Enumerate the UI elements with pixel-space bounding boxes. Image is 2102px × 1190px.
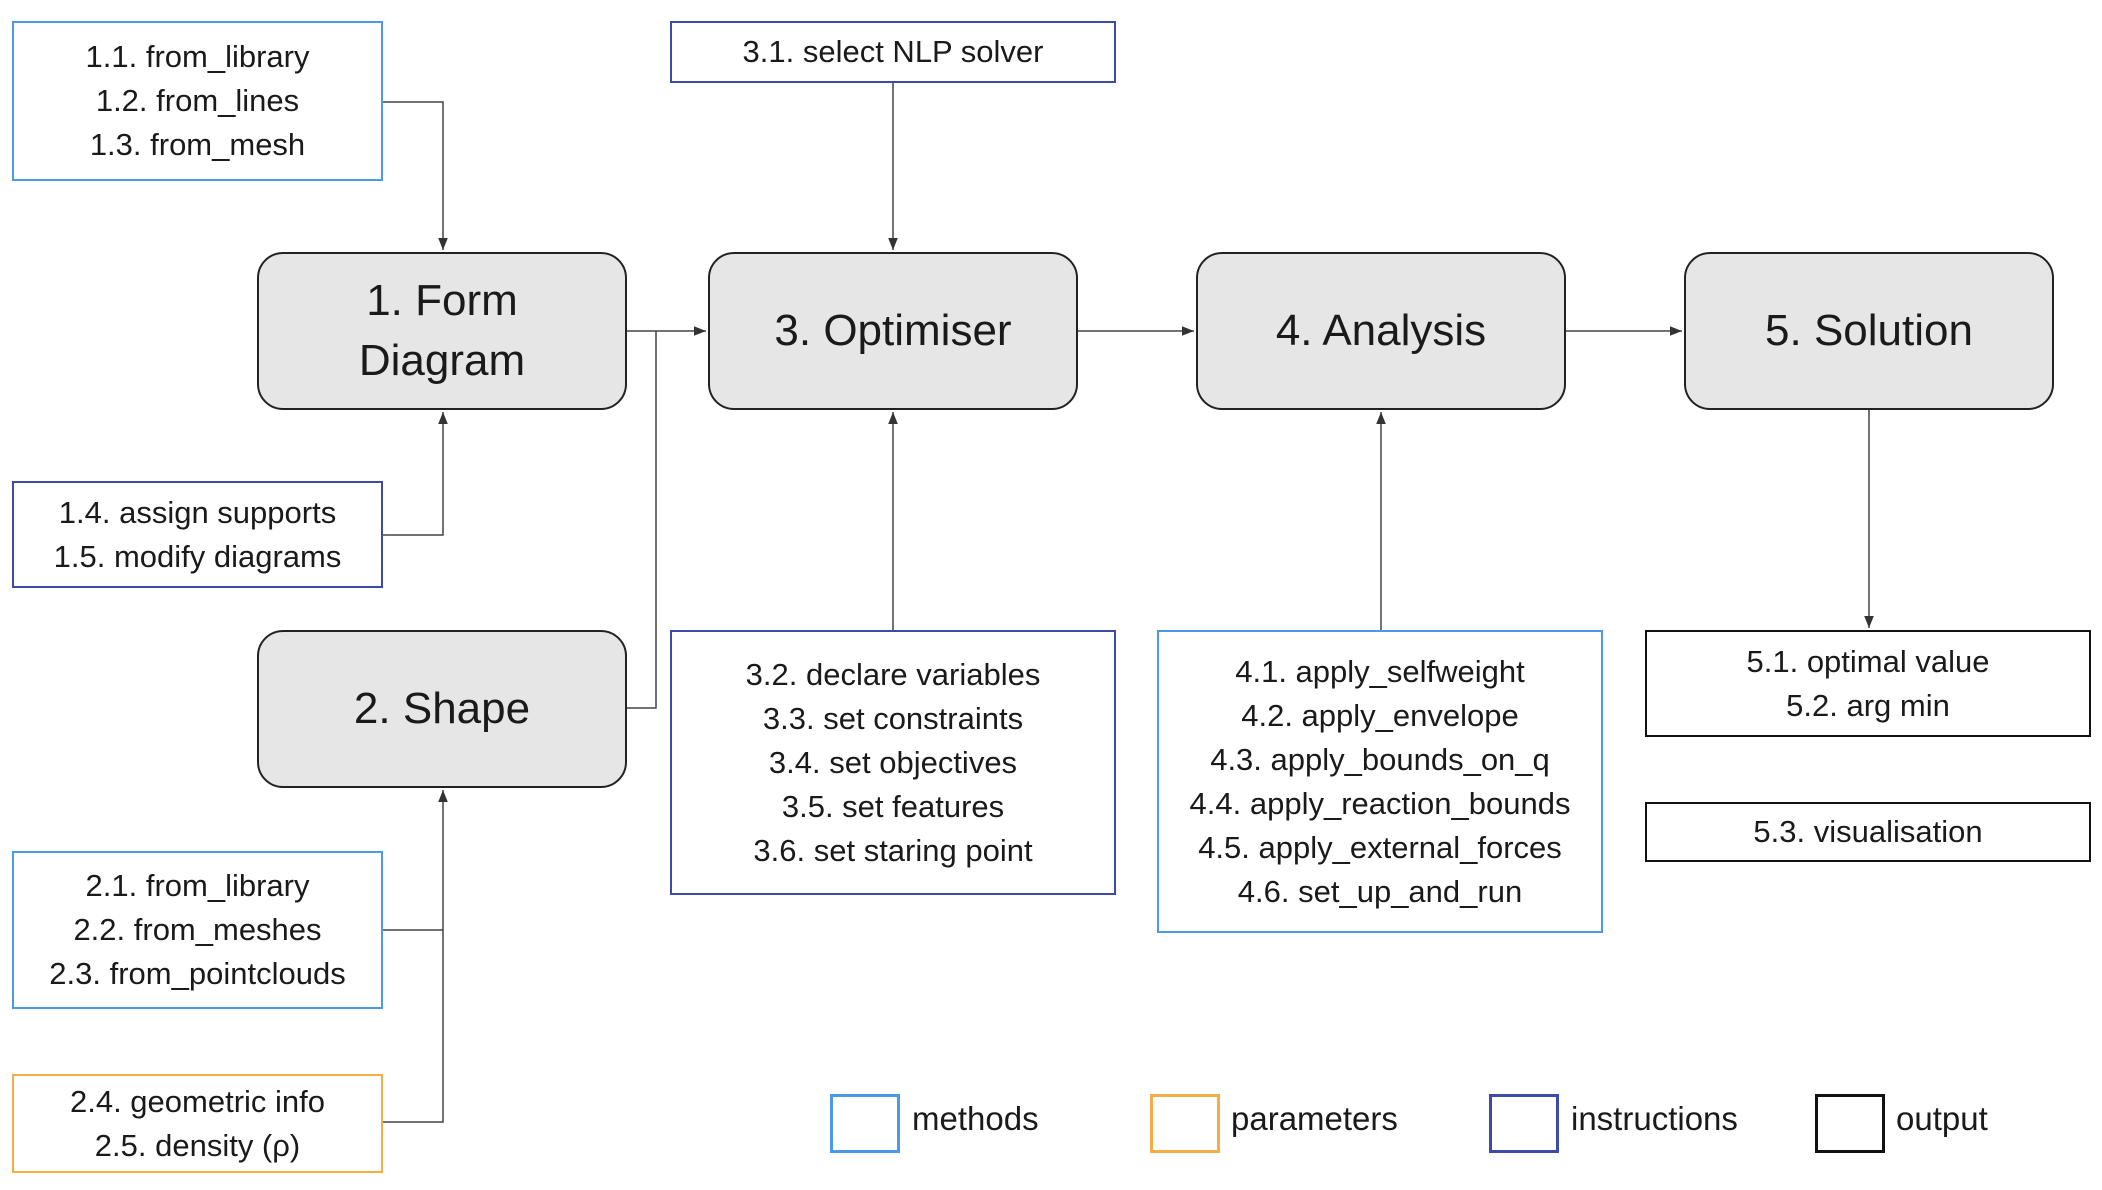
node-form-diagram: 1. Form Diagram [257, 252, 627, 410]
box-line: 4.5. apply_external_forces [1198, 829, 1562, 865]
legend-swatch-output [1815, 1094, 1885, 1153]
legend-swatch-instructions [1489, 1094, 1559, 1153]
analysis-methods-box: 4.1. apply_selfweight 4.2. apply_envelop… [1157, 630, 1603, 933]
arrow-form-methods-to-form [383, 101, 448, 250]
visualisation-box: 5.3. visualisation [1645, 802, 2091, 862]
box-line: 1.3. from_mesh [89, 127, 306, 162]
solver-box: 3.1. select NLP solver [670, 21, 1116, 83]
node-label: 2. Shape [353, 684, 531, 733]
form-methods-box: 1.1. from_library 1.2. from_lines 1.3. f… [12, 21, 383, 181]
box-line: 3.4. set objectives [768, 744, 1018, 780]
box-line: 3.2. declare variables [745, 656, 1041, 692]
legend-swatch-methods [830, 1094, 900, 1153]
node-label: Diagram [358, 336, 526, 385]
box-line: 3.3. set constraints [762, 700, 1024, 736]
arrow-form-instr-to-form [383, 412, 448, 536]
box-line: 4.2. apply_envelope [1241, 697, 1519, 733]
legend-label-output: output [1896, 1100, 1988, 1137]
solution-output-box: 5.1. optimal value 5.2. arg min [1645, 630, 2091, 737]
box-line: 4.1. apply_selfweight [1235, 653, 1525, 689]
optimiser-instructions-box: 3.2. declare variables 3.3. set constrai… [670, 630, 1116, 895]
box-line: 2.3. from_pointclouds [49, 956, 346, 991]
node-label: 4. Analysis [1275, 306, 1487, 355]
arrow-shape-params-to-shape [383, 790, 448, 1123]
node-analysis: 4. Analysis [1196, 252, 1566, 410]
node-label: 5. Solution [1765, 306, 1973, 355]
node-shape: 2. Shape [257, 630, 627, 788]
form-instructions-box: 1.4. assign supports 1.5. modify diagram… [12, 481, 383, 588]
legend-label-instructions: instructions [1571, 1100, 1738, 1137]
box-line: 5.1. optimal value [1746, 643, 1990, 679]
box-line: 2.1. from_library [85, 868, 310, 903]
box-line: 2.2. from_meshes [73, 912, 322, 947]
box-line: 4.6. set_up_and_run [1237, 873, 1523, 909]
box-line: 3.5. set features [781, 788, 1005, 824]
node-label: 3. Optimiser [774, 306, 1012, 355]
box-line: 4.4. apply_reaction_bounds [1189, 785, 1571, 821]
box-line: 3.1. select NLP solver [742, 34, 1044, 69]
box-line: 1.2. from_lines [95, 83, 300, 118]
box-line: 1.5. modify diagrams [53, 538, 342, 574]
node-label: 1. Form [366, 276, 518, 325]
shape-parameters-box: 2.4. geometric info 2.5. density (ρ) [12, 1074, 383, 1173]
shape-methods-box: 2.1. from_library 2.2. from_meshes 2.3. … [12, 851, 383, 1009]
line-shape-to-optimiser [627, 331, 657, 709]
legend-swatch-parameters [1150, 1094, 1220, 1153]
box-line: 1.1. from_library [85, 39, 310, 74]
box-line: 3.6. set staring point [753, 832, 1033, 868]
node-optimiser: 3. Optimiser [708, 252, 1078, 410]
box-line: 4.3. apply_bounds_on_q [1210, 741, 1550, 777]
legend-label-methods: methods [912, 1100, 1039, 1137]
node-solution: 5. Solution [1684, 252, 2054, 410]
box-line: 2.4. geometric info [69, 1083, 326, 1119]
box-line: 5.2. arg min [1786, 687, 1950, 723]
box-line: 5.3. visualisation [1753, 814, 1983, 849]
box-line: 2.5. density (ρ) [94, 1127, 301, 1163]
legend-label-parameters: parameters [1231, 1100, 1398, 1137]
box-line: 1.4. assign supports [58, 494, 337, 530]
